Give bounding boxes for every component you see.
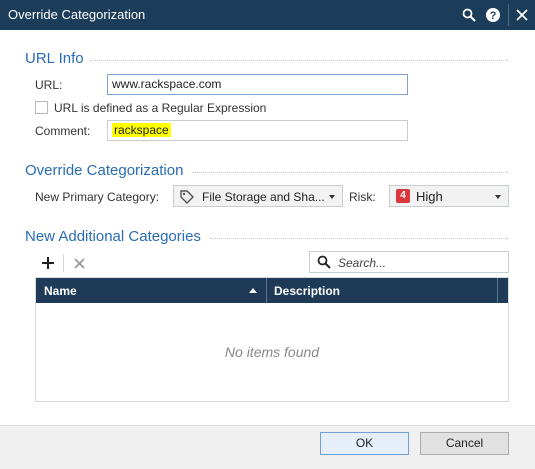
column-separator[interactable] — [497, 278, 498, 303]
svg-text:?: ? — [490, 10, 497, 22]
help-icon[interactable]: ? — [483, 5, 503, 25]
ok-button[interactable]: OK — [320, 432, 409, 455]
close-icon[interactable] — [512, 5, 532, 25]
tag-icon — [180, 190, 194, 207]
url-info-header: URL Info — [25, 50, 84, 67]
section-divider — [192, 172, 508, 173]
delete-icon[interactable] — [70, 254, 88, 272]
primary-category-dropdown[interactable]: File Storage and Sha... — [173, 185, 343, 207]
window-title: Override Categorization — [8, 7, 146, 22]
dialog-body: URL Info URL: www.rackspace.com URL is d… — [0, 30, 535, 425]
table-header: Name Description — [36, 278, 508, 303]
column-separator[interactable] — [266, 278, 267, 303]
override-header: Override Categorization — [25, 162, 184, 179]
categories-table: Name Description No items found — [35, 277, 509, 402]
column-header-name[interactable]: Name — [44, 284, 77, 298]
column-header-description[interactable]: Description — [274, 284, 340, 298]
comment-value: rackspace — [112, 123, 171, 137]
dialog-footer: OK Cancel — [0, 425, 535, 469]
risk-label: Risk: — [349, 190, 376, 204]
regex-checkbox[interactable] — [35, 101, 48, 114]
comment-input[interactable]: rackspace — [107, 120, 408, 141]
cancel-button[interactable]: Cancel — [420, 432, 509, 455]
sort-ascending-icon[interactable] — [249, 288, 257, 293]
title-bar: Override Categorization ? — [0, 0, 535, 30]
search-icon[interactable] — [459, 5, 479, 25]
regex-label: URL is defined as a Regular Expression — [54, 101, 267, 115]
risk-level-badge: 4 — [396, 189, 410, 203]
add-icon[interactable] — [39, 254, 57, 272]
section-divider — [90, 60, 508, 61]
chevron-down-icon — [495, 195, 501, 199]
risk-dropdown[interactable]: 4 High — [389, 185, 509, 207]
url-input[interactable]: www.rackspace.com — [107, 74, 408, 95]
section-divider — [210, 238, 508, 239]
title-separator — [508, 4, 509, 26]
additional-categories-header: New Additional Categories — [25, 228, 201, 245]
url-value: www.rackspace.com — [112, 77, 222, 91]
search-icon — [317, 255, 331, 272]
empty-message: No items found — [224, 344, 320, 360]
primary-category-value: File Storage and Sha... — [202, 190, 325, 204]
toolbar-separator — [63, 254, 64, 272]
risk-value: High — [416, 189, 443, 204]
primary-category-label: New Primary Category: — [35, 190, 160, 204]
search-input[interactable]: Search... — [309, 251, 509, 273]
chevron-down-icon — [329, 195, 335, 199]
url-label: URL: — [35, 78, 63, 92]
comment-label: Comment: — [35, 124, 91, 138]
search-placeholder: Search... — [338, 256, 387, 270]
